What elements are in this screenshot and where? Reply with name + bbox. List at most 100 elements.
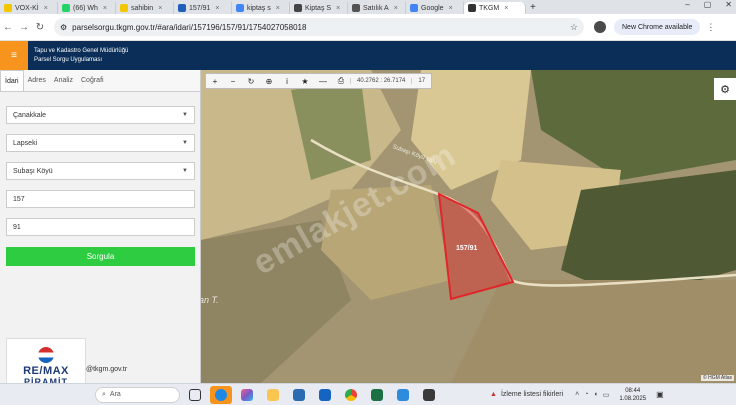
chevron-down-icon: ▼ (182, 168, 188, 174)
refresh-icon[interactable]: ↻ (242, 77, 260, 86)
notification-icon[interactable]: ▣ (656, 390, 664, 399)
battery-icon[interactable]: ▭ (603, 391, 610, 399)
close-tab-icon[interactable]: × (336, 5, 340, 12)
forward-icon[interactable]: → (16, 22, 32, 33)
province-select[interactable]: Çanakkale ▼ (6, 106, 195, 124)
tab-cografi[interactable]: Coğrafi (77, 70, 108, 91)
browser-tab[interactable]: kiptaş s × (232, 2, 290, 14)
paint-icon[interactable] (418, 386, 440, 404)
tab-label: Google (421, 4, 444, 12)
home-icon (352, 4, 360, 12)
back-icon[interactable]: ← (0, 22, 16, 33)
browser-toolbar: ← → ↻ ⚙ parselsorgu.tkgm.gov.tr/#ara/ida… (0, 14, 736, 41)
doc-icon (294, 4, 302, 12)
volume-icon[interactable]: ◖ (594, 391, 598, 399)
browser-tab[interactable]: TKGM × (464, 2, 526, 14)
close-tab-icon[interactable]: × (158, 5, 162, 12)
browser-tab[interactable]: VOX-Kİ × (0, 2, 58, 14)
browser-tab[interactable]: Kiptaş S × (290, 2, 348, 14)
photos-icon[interactable] (392, 386, 414, 404)
edge-icon[interactable] (210, 385, 232, 404)
address-bar[interactable]: ⚙ parselsorgu.tkgm.gov.tr/#ara/idari/157… (54, 18, 584, 36)
chrome-icon[interactable] (340, 386, 362, 404)
tab-label: kiptaş s (247, 4, 271, 12)
favorite-star-icon[interactable]: ★ (296, 77, 314, 86)
close-tab-icon[interactable]: × (449, 5, 453, 12)
zoom-out-icon[interactable]: − (224, 77, 242, 86)
neighborhood-select[interactable]: Subaşı Köyü ▼ (6, 162, 195, 180)
task-view-icon[interactable] (184, 386, 206, 404)
tab-idari[interactable]: İdari (0, 70, 24, 91)
site-info-icon[interactable]: ⚙ (60, 23, 67, 32)
chevron-up-icon[interactable]: ˄ (575, 391, 579, 399)
news-widget[interactable]: ▲ İzleme listesi fikirleri (490, 391, 563, 398)
close-tab-icon[interactable]: × (394, 5, 398, 12)
google-icon (236, 4, 244, 12)
search-icon: ⌕ (102, 390, 106, 398)
more-menu-icon[interactable]: ⋮ (706, 22, 715, 33)
close-tab-icon[interactable]: × (276, 5, 280, 12)
new-tab-button[interactable]: + (530, 2, 536, 13)
update-label: New Chrome available (622, 23, 693, 31)
locate-icon[interactable]: ⊕ (260, 77, 278, 86)
hamburger-menu-icon[interactable]: ≡ (0, 41, 28, 70)
reload-icon[interactable]: ↻ (32, 22, 48, 33)
close-tab-icon[interactable]: × (103, 5, 107, 12)
store-icon[interactable] (288, 386, 310, 404)
s-favicon-icon (4, 4, 12, 12)
system-tray: ˄ ◔ ◖ ▭ (575, 391, 609, 399)
browser-tab[interactable]: (66) Wh × (58, 2, 116, 14)
minimize-icon[interactable]: – (685, 0, 689, 9)
tab-label: sahibin (131, 4, 154, 12)
info-icon[interactable]: i (278, 77, 296, 86)
s-favicon-icon (120, 4, 128, 12)
browser-tab[interactable]: 157/91 × (174, 2, 232, 14)
print-icon[interactable]: ⎙ (332, 76, 350, 86)
bookmark-star-icon[interactable]: ☆ (570, 22, 578, 33)
taskbar-clock[interactable]: 08:44 1.08.2025 (619, 387, 646, 403)
tab-adres[interactable]: Adres (24, 70, 50, 91)
district-value: Lapseki (13, 139, 38, 147)
close-window-icon[interactable]: ✕ (725, 0, 732, 9)
windows-taskbar: ⌕ Ara ▲ İzleme listesi fikirleri ˄ ◔ ◖ ▭… (0, 383, 736, 405)
app-title-line2: Parsel Sorgu Uygulaması (34, 56, 103, 63)
wifi-icon[interactable]: ◔ (584, 391, 588, 399)
update-chrome-button[interactable]: New Chrome available (614, 19, 701, 35)
satellite-map[interactable]: emlakjet.com Subaşı Köyü Yolu 157/91 an … (201, 70, 736, 383)
taskbar-search[interactable]: ⌕ Ara (95, 386, 180, 403)
query-button[interactable]: Sorgula (6, 247, 195, 266)
excel-icon[interactable] (366, 386, 388, 404)
copilot-icon[interactable] (236, 386, 258, 404)
zoom-in-icon[interactable]: + (206, 77, 224, 86)
browser-tab[interactable]: Google × (406, 2, 464, 14)
block-value: 157 (13, 195, 25, 203)
maximize-icon[interactable]: ▢ (704, 0, 712, 9)
tab-label: Kiptaş S (305, 4, 332, 12)
clock-time: 08:44 (625, 387, 641, 394)
mail-icon[interactable] (314, 386, 336, 404)
measure-icon[interactable]: — (314, 77, 332, 86)
browser-tab[interactable]: Satılık A × (348, 2, 406, 14)
google-icon (410, 4, 418, 12)
tab-label: 157/91 (189, 4, 211, 12)
tkgm-icon (178, 4, 186, 12)
zoom-level: 17 (411, 78, 431, 84)
block-input[interactable]: 157 (6, 190, 195, 208)
profile-avatar[interactable] (594, 21, 606, 33)
news-label: İzleme listesi fikirleri (500, 391, 564, 398)
file-explorer-icon[interactable] (262, 386, 284, 404)
parcel-input[interactable]: 91 (6, 218, 195, 236)
map-pin-icon (468, 4, 476, 12)
close-tab-icon[interactable]: × (44, 5, 48, 12)
province-value: Çanakkale (13, 111, 47, 119)
coordinate-readout: 40.2762 : 26.7174 (350, 78, 411, 84)
browser-tab[interactable]: sahibin × (116, 2, 174, 14)
tab-analiz[interactable]: Analiz (50, 70, 77, 91)
window-controls: – ▢ ✕ (685, 0, 732, 9)
close-tab-icon[interactable]: × (215, 5, 219, 12)
close-tab-icon[interactable]: × (504, 5, 508, 12)
settings-gear-icon[interactable]: ⚙ (714, 78, 736, 100)
whatsapp-icon (62, 4, 70, 12)
browser-tab-strip: VOX-Kİ × (66) Wh × sahibin × 157/91 × kiptaş s × K… (0, 0, 736, 14)
district-select[interactable]: Lapseki ▼ (6, 134, 195, 152)
